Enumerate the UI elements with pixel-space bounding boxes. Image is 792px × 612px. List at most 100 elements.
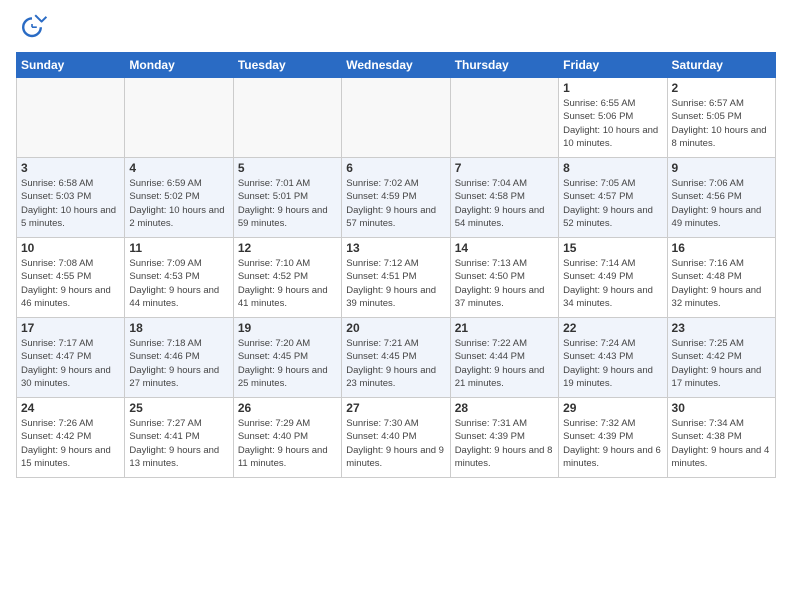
day-info: Sunrise: 7:02 AM Sunset: 4:59 PM Dayligh… [346,177,445,230]
day-info: Sunrise: 6:55 AM Sunset: 5:06 PM Dayligh… [563,97,662,150]
day-number: 7 [455,161,554,175]
day-number: 8 [563,161,662,175]
day-info: Sunrise: 7:22 AM Sunset: 4:44 PM Dayligh… [455,337,554,390]
day-number: 17 [21,321,120,335]
day-number: 9 [672,161,771,175]
day-info: Sunrise: 7:01 AM Sunset: 5:01 PM Dayligh… [238,177,337,230]
day-info: Sunrise: 7:30 AM Sunset: 4:40 PM Dayligh… [346,417,445,470]
day-number: 4 [129,161,228,175]
day-number: 11 [129,241,228,255]
calendar-day-cell: 30 Sunrise: 7:34 AM Sunset: 4:38 PM Dayli… [667,398,775,478]
calendar-day-cell: 15 Sunrise: 7:14 AM Sunset: 4:49 PM Dayli… [559,238,667,318]
day-info: Sunrise: 7:29 AM Sunset: 4:40 PM Dayligh… [238,417,337,470]
calendar-day-cell [450,78,558,158]
day-info: Sunrise: 6:57 AM Sunset: 5:05 PM Dayligh… [672,97,771,150]
day-number: 13 [346,241,445,255]
day-info: Sunrise: 7:16 AM Sunset: 4:48 PM Dayligh… [672,257,771,310]
day-info: Sunrise: 7:14 AM Sunset: 4:49 PM Dayligh… [563,257,662,310]
calendar-day-cell: 20 Sunrise: 7:21 AM Sunset: 4:45 PM Dayli… [342,318,450,398]
calendar-day-cell [125,78,233,158]
calendar-day-cell: 13 Sunrise: 7:12 AM Sunset: 4:51 PM Dayli… [342,238,450,318]
logo-icon [16,12,48,44]
day-number: 6 [346,161,445,175]
calendar-day-cell: 10 Sunrise: 7:08 AM Sunset: 4:55 PM Dayli… [17,238,125,318]
day-info: Sunrise: 7:31 AM Sunset: 4:39 PM Dayligh… [455,417,554,470]
calendar-day-cell: 26 Sunrise: 7:29 AM Sunset: 4:40 PM Dayli… [233,398,341,478]
day-info: Sunrise: 7:13 AM Sunset: 4:50 PM Dayligh… [455,257,554,310]
day-info: Sunrise: 7:25 AM Sunset: 4:42 PM Dayligh… [672,337,771,390]
day-info: Sunrise: 7:05 AM Sunset: 4:57 PM Dayligh… [563,177,662,230]
calendar-week-row: 24Sunrise: 7:26 AM Sunset: 4:42 PM Dayli… [17,398,776,478]
calendar-day-cell: 7Sunrise: 7:04 AM Sunset: 4:58 PM Daylig… [450,158,558,238]
day-number: 15 [563,241,662,255]
calendar-day-cell: 17 Sunrise: 7:17 AM Sunset: 4:47 PM Dayli… [17,318,125,398]
calendar-day-cell: 21Sunrise: 7:22 AM Sunset: 4:44 PM Dayli… [450,318,558,398]
day-number: 18 [129,321,228,335]
day-info: Sunrise: 7:20 AM Sunset: 4:45 PM Dayligh… [238,337,337,390]
calendar-day-cell: 19 Sunrise: 7:20 AM Sunset: 4:45 PM Dayli… [233,318,341,398]
calendar-day-cell: 12Sunrise: 7:10 AM Sunset: 4:52 PM Dayli… [233,238,341,318]
calendar-day-header: Tuesday [233,53,341,78]
day-info: Sunrise: 7:18 AM Sunset: 4:46 PM Dayligh… [129,337,228,390]
day-info: Sunrise: 6:58 AM Sunset: 5:03 PM Dayligh… [21,177,120,230]
calendar-day-cell: 4 Sunrise: 6:59 AM Sunset: 5:02 PM Daylig… [125,158,233,238]
day-info: Sunrise: 7:27 AM Sunset: 4:41 PM Dayligh… [129,417,228,470]
calendar-day-cell: 11 Sunrise: 7:09 AM Sunset: 4:53 PM Dayli… [125,238,233,318]
day-info: Sunrise: 7:06 AM Sunset: 4:56 PM Dayligh… [672,177,771,230]
day-number: 12 [238,241,337,255]
day-number: 26 [238,401,337,415]
calendar-week-row: 1Sunrise: 6:55 AM Sunset: 5:06 PM Daylig… [17,78,776,158]
calendar-day-cell: 25 Sunrise: 7:27 AM Sunset: 4:41 PM Dayli… [125,398,233,478]
day-info: Sunrise: 7:24 AM Sunset: 4:43 PM Dayligh… [563,337,662,390]
day-number: 2 [672,81,771,95]
day-info: Sunrise: 7:34 AM Sunset: 4:38 PM Dayligh… [672,417,771,470]
day-info: Sunrise: 7:21 AM Sunset: 4:45 PM Dayligh… [346,337,445,390]
calendar-week-row: 3 Sunrise: 6:58 AM Sunset: 5:03 PM Daylig… [17,158,776,238]
calendar-day-cell [17,78,125,158]
calendar-day-cell: 23 Sunrise: 7:25 AM Sunset: 4:42 PM Dayli… [667,318,775,398]
calendar-day-cell: 28 Sunrise: 7:31 AM Sunset: 4:39 PM Dayli… [450,398,558,478]
calendar-day-cell: 5Sunrise: 7:01 AM Sunset: 5:01 PM Daylig… [233,158,341,238]
calendar-day-cell: 18 Sunrise: 7:18 AM Sunset: 4:46 PM Dayli… [125,318,233,398]
day-info: Sunrise: 7:32 AM Sunset: 4:39 PM Dayligh… [563,417,662,470]
calendar-day-cell: 1Sunrise: 6:55 AM Sunset: 5:06 PM Daylig… [559,78,667,158]
calendar-day-header: Friday [559,53,667,78]
header [16,12,776,44]
calendar-day-cell: 6 Sunrise: 7:02 AM Sunset: 4:59 PM Daylig… [342,158,450,238]
day-number: 19 [238,321,337,335]
day-info: Sunrise: 7:17 AM Sunset: 4:47 PM Dayligh… [21,337,120,390]
calendar-day-header: Wednesday [342,53,450,78]
calendar-day-cell: 16 Sunrise: 7:16 AM Sunset: 4:48 PM Dayli… [667,238,775,318]
calendar-day-cell: 14 Sunrise: 7:13 AM Sunset: 4:50 PM Dayli… [450,238,558,318]
day-number: 29 [563,401,662,415]
calendar: SundayMondayTuesdayWednesdayThursdayFrid… [16,52,776,478]
day-number: 27 [346,401,445,415]
calendar-day-cell: 8 Sunrise: 7:05 AM Sunset: 4:57 PM Daylig… [559,158,667,238]
day-number: 20 [346,321,445,335]
day-number: 16 [672,241,771,255]
day-info: Sunrise: 7:08 AM Sunset: 4:55 PM Dayligh… [21,257,120,310]
calendar-day-cell [233,78,341,158]
day-info: Sunrise: 6:59 AM Sunset: 5:02 PM Dayligh… [129,177,228,230]
calendar-day-cell: 3 Sunrise: 6:58 AM Sunset: 5:03 PM Daylig… [17,158,125,238]
day-number: 3 [21,161,120,175]
day-number: 14 [455,241,554,255]
logo [16,12,52,44]
day-info: Sunrise: 7:12 AM Sunset: 4:51 PM Dayligh… [346,257,445,310]
calendar-day-header: Saturday [667,53,775,78]
day-info: Sunrise: 7:09 AM Sunset: 4:53 PM Dayligh… [129,257,228,310]
calendar-day-header: Thursday [450,53,558,78]
calendar-day-cell: 24Sunrise: 7:26 AM Sunset: 4:42 PM Dayli… [17,398,125,478]
day-number: 25 [129,401,228,415]
day-number: 10 [21,241,120,255]
day-number: 28 [455,401,554,415]
calendar-header-row: SundayMondayTuesdayWednesdayThursdayFrid… [17,53,776,78]
day-number: 22 [563,321,662,335]
calendar-day-cell: 9 Sunrise: 7:06 AM Sunset: 4:56 PM Daylig… [667,158,775,238]
day-number: 24 [21,401,120,415]
calendar-week-row: 17 Sunrise: 7:17 AM Sunset: 4:47 PM Dayli… [17,318,776,398]
day-number: 30 [672,401,771,415]
day-number: 23 [672,321,771,335]
calendar-day-header: Sunday [17,53,125,78]
calendar-day-cell: 27 Sunrise: 7:30 AM Sunset: 4:40 PM Dayli… [342,398,450,478]
